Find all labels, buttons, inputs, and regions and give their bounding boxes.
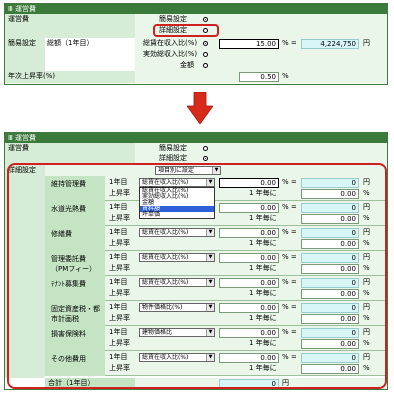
option-amount-label: 金額 bbox=[180, 61, 194, 69]
pct-input[interactable]: 15.00 bbox=[219, 39, 279, 49]
amount-unit: 円 bbox=[363, 39, 370, 47]
operating-cost-label: 運営費 bbox=[5, 14, 135, 38]
detail-highlight-box bbox=[153, 24, 219, 37]
panel-title: Ⅲ 運営費 bbox=[5, 4, 387, 14]
annual-rate-label: 年次上昇率(%) bbox=[5, 71, 135, 83]
amount-output: 4,224,750 bbox=[301, 39, 359, 49]
option-amount-radio[interactable] bbox=[203, 63, 208, 68]
operating-cost-detail-panel: Ⅲ 運営費 運営費 簡易設定 詳細設定 詳細設定 項目別に設定 ▼ 維持管理費 1年… bbox=[4, 132, 388, 390]
operating-cost-label-2: 運営費 bbox=[5, 143, 135, 165]
annual-rate-input[interactable]: 0.50 bbox=[239, 72, 279, 82]
radio-detail-2[interactable] bbox=[203, 156, 208, 161]
detail-highlight-box-2 bbox=[7, 163, 387, 389]
option-gross-rent-radio[interactable] bbox=[203, 41, 208, 46]
total-first-year-label: 総額（1年目） bbox=[47, 39, 94, 47]
annual-rate-unit: % bbox=[282, 72, 289, 80]
pct-equals: % = bbox=[282, 39, 297, 47]
operating-cost-simple-panel: Ⅲ 運営費 運営費 簡易設定 詳細設定 簡易設定 総額（1年目） 総賃在収入比(… bbox=[4, 3, 388, 85]
option-effective-income-label: 実効総収入比(%) bbox=[143, 50, 198, 58]
down-arrow-icon bbox=[187, 92, 213, 124]
radio-simple[interactable] bbox=[203, 17, 208, 22]
radio-simple-2[interactable] bbox=[203, 146, 208, 151]
panel-title-2: Ⅲ 運営費 bbox=[5, 133, 387, 143]
mode-radio-area-2: 簡易設定 詳細設定 bbox=[135, 143, 387, 165]
option-effective-income-radio[interactable] bbox=[203, 52, 208, 57]
option-gross-rent-label: 総賃在収入比(%) bbox=[143, 39, 198, 47]
simple-setting-label: 簡易設定 bbox=[5, 38, 45, 71]
